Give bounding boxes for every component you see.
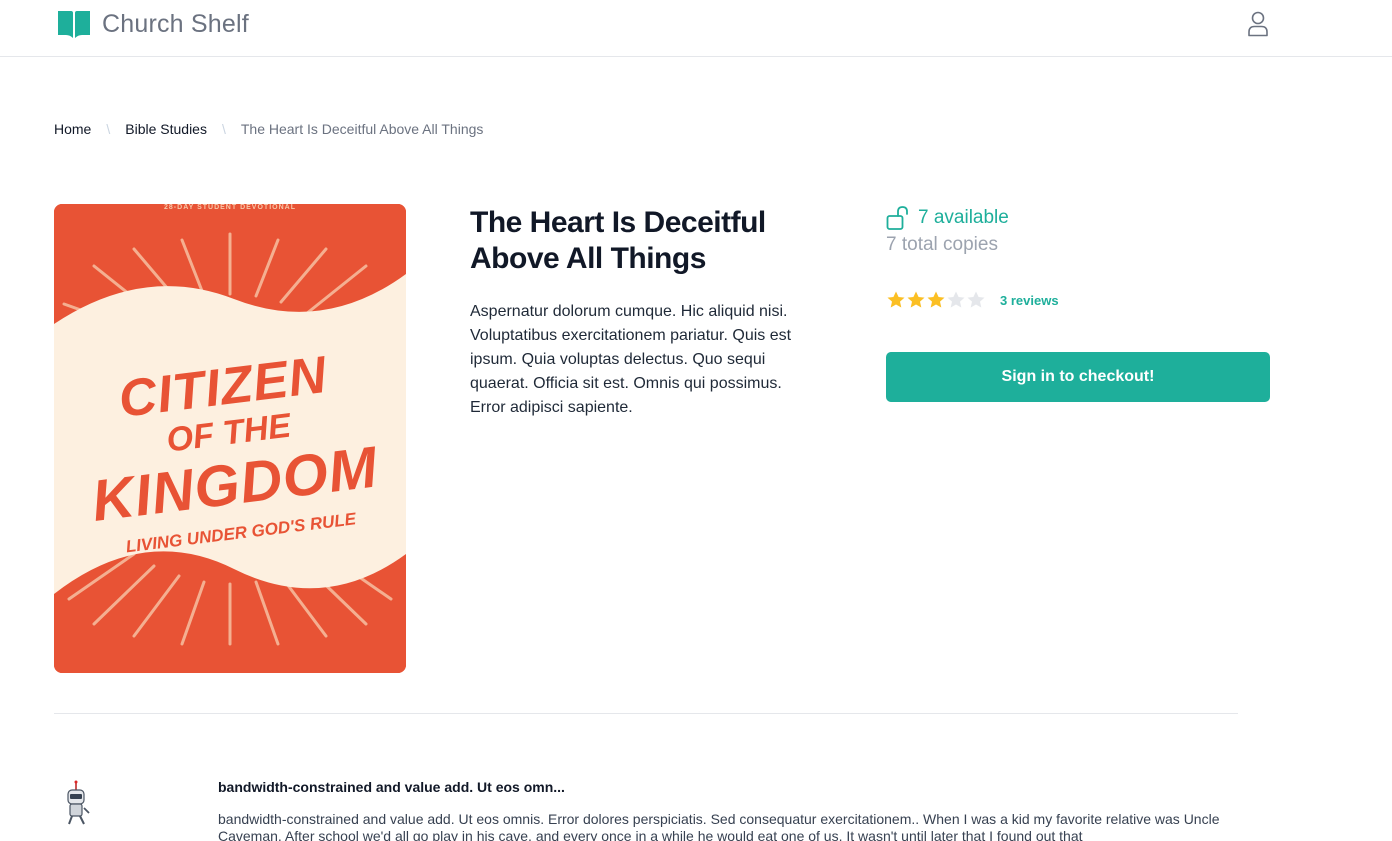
book-description: Aspernatur dolorum cumque. Hic aliquid n…: [470, 303, 792, 416]
robot-avatar-icon: [67, 780, 90, 825]
breadcrumb: Home \ Bible Studies \ The Heart Is Dece…: [54, 121, 483, 137]
breadcrumb-current: The Heart Is Deceitful Above All Things: [240, 121, 484, 137]
breadcrumb-bible-studies[interactable]: Bible Studies: [125, 121, 207, 137]
breadcrumb-separator: \: [106, 121, 111, 137]
availability-status: 7 available: [886, 205, 1009, 231]
section-divider: [54, 713, 1238, 714]
sign-in-checkout-button[interactable]: Sign in to checkout!: [886, 352, 1270, 402]
star-filled-icon: [907, 291, 925, 308]
reviews-link[interactable]: 3 reviews: [1000, 293, 1059, 308]
home-logo-link[interactable]: Church Shelf: [56, 8, 249, 40]
rating: 3 reviews: [886, 290, 1059, 310]
star-empty-icon: [947, 291, 965, 308]
book-title: The Heart Is Deceitful Above All Things: [470, 206, 766, 275]
cover-top-text: 28-DAY STUDENT DEVOTIONAL: [164, 204, 296, 211]
star-filled-icon: [927, 291, 945, 308]
review-body: bandwidth-constrained and value add. Ut …: [218, 811, 1220, 841]
breadcrumb-separator: \: [221, 121, 226, 137]
total-copies: 7 total copies: [886, 234, 998, 255]
available-count: 7 available: [918, 207, 1009, 228]
user-icon[interactable]: [1246, 11, 1270, 37]
top-nav: Church Shelf: [0, 0, 1392, 57]
star-filled-icon: [887, 291, 905, 308]
star-empty-icon: [967, 291, 985, 308]
app-name: Church Shelf: [102, 9, 249, 38]
breadcrumb-home[interactable]: Home: [54, 121, 91, 137]
book-cover: 28-DAY STUDENT DEVOTIONAL CITIZEN OF THE…: [54, 204, 406, 673]
unlock-icon: [886, 206, 908, 230]
open-book-icon: [58, 11, 90, 38]
star-rating: [886, 290, 986, 310]
review-title: bandwidth-constrained and value add. Ut …: [218, 779, 565, 795]
